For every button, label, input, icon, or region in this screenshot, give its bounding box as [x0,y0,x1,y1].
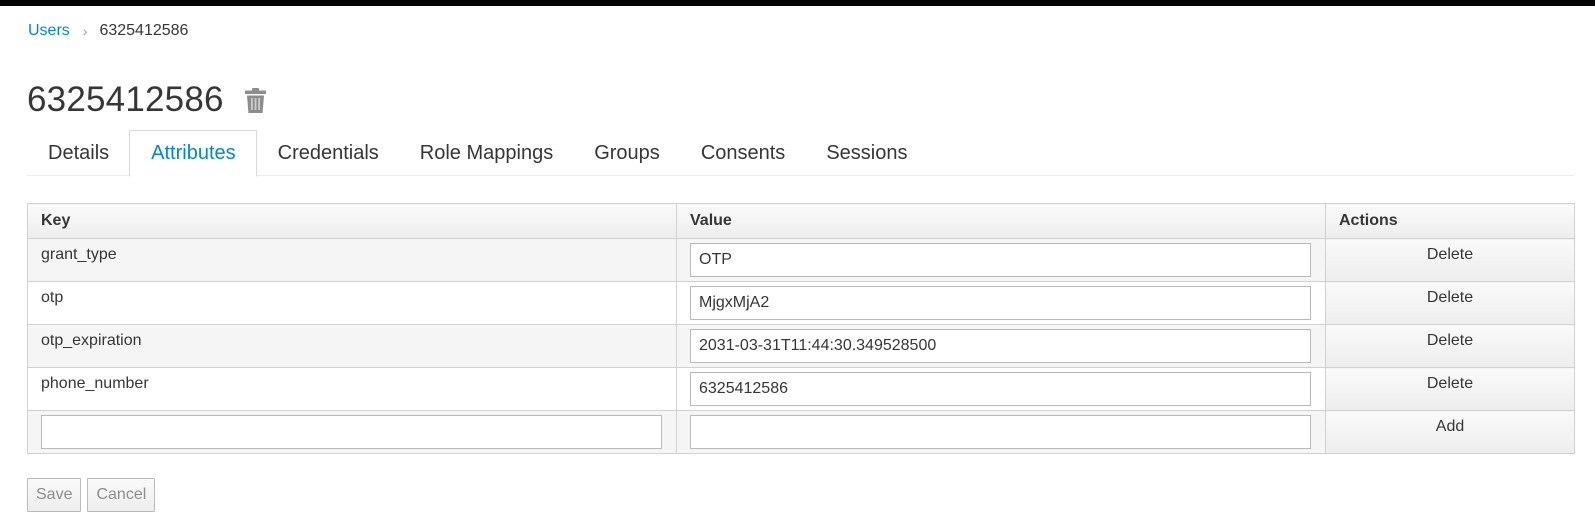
attribute-key: phone_number [41,375,149,392]
table-row: otp_expiration Delete [27,324,1575,368]
new-value-input[interactable] [690,415,1311,449]
value-cell [676,238,1326,282]
cancel-button[interactable]: Cancel [87,478,156,512]
delete-button[interactable]: Delete [1325,281,1575,325]
tab-bar: Details Attributes Credentials Role Mapp… [27,130,1574,177]
value-cell [676,281,1326,325]
page-title: 6325412586 [27,80,224,119]
breadcrumb-separator: › [82,23,88,39]
title-row: 6325412586 [27,78,268,122]
delete-button-label: Delete [1426,375,1474,392]
attribute-key: otp_expiration [41,332,142,349]
delete-button-label: Delete [1426,289,1474,306]
attribute-value-input[interactable] [690,286,1311,320]
key-cell: otp_expiration [27,324,677,368]
attribute-value-input[interactable] [690,243,1311,277]
add-button-label: Add [1435,418,1465,435]
value-cell [676,324,1326,368]
table-row: otp Delete [27,281,1575,325]
attribute-key: grant_type [41,246,117,263]
table-header-row: Key Value Actions [27,203,1575,239]
table-row: phone_number Delete [27,367,1575,411]
key-cell: grant_type [27,238,677,282]
value-cell [676,367,1326,411]
tab-attributes[interactable]: Attributes [129,130,257,177]
column-header-actions: Actions [1325,203,1575,239]
attribute-value-input[interactable] [690,372,1311,406]
tab-groups[interactable]: Groups [573,130,680,176]
attribute-value-input[interactable] [690,329,1311,363]
tab-details[interactable]: Details [27,130,129,176]
tab-credentials[interactable]: Credentials [257,130,399,176]
column-header-value: Value [676,203,1326,239]
breadcrumb-current: 6325412586 [99,22,189,39]
top-bar [0,0,1595,6]
attribute-key: otp [41,289,64,306]
table-row: grant_type Delete [27,238,1575,282]
add-button[interactable]: Add [1325,410,1575,454]
tab-consents[interactable]: Consents [680,130,806,176]
key-cell: phone_number [27,367,677,411]
new-key-cell [27,410,677,454]
breadcrumb-users-link[interactable]: Users [28,22,70,40]
trash-icon[interactable] [244,86,268,114]
form-buttons: Save Cancel [27,478,156,512]
tab-sessions[interactable]: Sessions [805,130,927,176]
tab-role-mappings[interactable]: Role Mappings [399,130,573,176]
new-attribute-row: Add [27,410,1575,454]
breadcrumb: Users › 6325412586 [28,20,188,42]
key-cell: otp [27,281,677,325]
delete-button[interactable]: Delete [1325,324,1575,368]
new-value-cell [676,410,1326,454]
column-header-key: Key [27,203,677,239]
delete-button-label: Delete [1426,246,1474,263]
attributes-table: Key Value Actions grant_type Delete otp … [27,203,1575,454]
new-key-input[interactable] [41,415,662,449]
delete-button[interactable]: Delete [1325,238,1575,282]
delete-button[interactable]: Delete [1325,367,1575,411]
delete-button-label: Delete [1426,332,1474,349]
save-button[interactable]: Save [27,478,82,512]
